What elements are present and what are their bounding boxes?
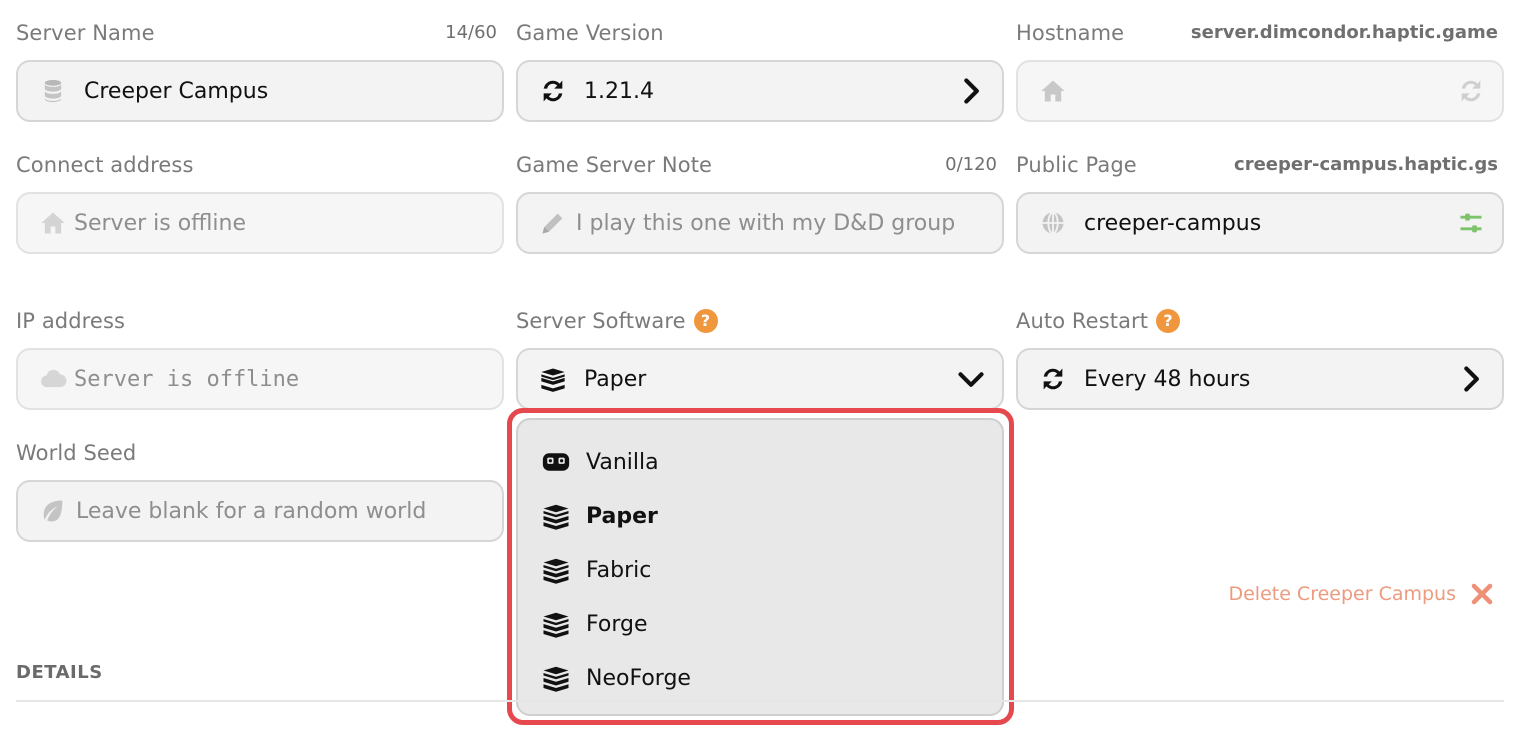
hostname-field[interactable] — [1016, 60, 1504, 122]
delete-server-button[interactable]: Delete Creeper Campus — [1228, 582, 1494, 606]
details-section-title: DETAILS — [16, 662, 103, 683]
pencil-icon — [538, 208, 568, 238]
public-page-field[interactable]: creeper-campus — [1016, 192, 1504, 254]
connect-address-field[interactable]: Server is offline — [16, 192, 504, 254]
home-icon — [38, 208, 68, 238]
database-icon — [38, 76, 68, 106]
game-server-note-placeholder: I play this one with my D&D group — [576, 210, 956, 236]
section-divider — [16, 700, 1504, 702]
server-name-value: Creeper Campus — [84, 78, 269, 104]
hostname-domain: server.dimcondor.haptic.game — [1190, 22, 1498, 43]
option-fabric[interactable]: Fabric — [540, 550, 651, 590]
public-page-value: creeper-campus — [1084, 210, 1262, 236]
connect-address-placeholder: Server is offline — [74, 210, 247, 236]
game-server-note-label: Game Server Note — [516, 153, 713, 177]
game-version-value: 1.21.4 — [584, 78, 654, 104]
leaf-icon — [38, 496, 68, 526]
help-icon[interactable]: ? — [1156, 309, 1181, 333]
world-seed-label: World Seed — [16, 441, 137, 465]
cloud-icon — [38, 364, 68, 394]
refresh-icon — [538, 76, 568, 106]
refresh-icon[interactable] — [1456, 76, 1486, 106]
auto-restart-field[interactable]: Every 48 hours — [1016, 348, 1504, 410]
public-page-label: Public Page — [1016, 153, 1137, 177]
chevron-down-icon — [956, 364, 986, 394]
stack-icon — [538, 364, 568, 394]
game-server-note-counter: 0/120 — [945, 154, 997, 175]
help-icon[interactable]: ? — [693, 309, 718, 333]
stack-icon — [540, 608, 572, 640]
game-server-note-field[interactable]: I play this one with my D&D group — [516, 192, 1004, 254]
server-name-label: Server Name — [16, 21, 155, 45]
refresh-icon — [1038, 364, 1068, 394]
public-page-domain: creeper-campus.haptic.gs — [1234, 154, 1498, 175]
server-software-value: Paper — [584, 366, 647, 392]
server-name-field[interactable]: Creeper Campus — [16, 60, 504, 122]
option-neoforge[interactable]: NeoForge — [540, 658, 691, 698]
game-version-label: Game Version — [516, 21, 664, 45]
option-paper[interactable]: Paper — [540, 496, 658, 536]
ip-address-label: IP address — [16, 309, 126, 333]
globe-icon — [1038, 208, 1068, 238]
chevron-right-icon — [956, 76, 986, 106]
server-software-menu: Vanilla Paper Fabric Forge NeoForge — [516, 418, 1004, 716]
auto-restart-value: Every 48 hours — [1084, 366, 1251, 392]
ip-address-field[interactable]: Server is offline — [16, 348, 504, 410]
option-label: Forge — [586, 611, 648, 637]
option-label: NeoForge — [586, 665, 691, 691]
option-label: Vanilla — [586, 449, 659, 475]
close-icon — [1471, 583, 1493, 605]
stack-icon — [540, 500, 572, 532]
server-software-label-text: Server Software — [516, 309, 686, 333]
ip-address-placeholder: Server is offline — [74, 366, 300, 392]
delete-server-label: Delete Creeper Campus — [1228, 583, 1456, 605]
game-version-field[interactable]: 1.21.4 — [516, 60, 1004, 122]
world-seed-field[interactable]: Leave blank for a random world — [16, 480, 504, 542]
server-name-counter: 14/60 — [445, 22, 497, 43]
auto-restart-label: Auto Restart? — [1016, 309, 1181, 333]
auto-restart-label-text: Auto Restart — [1016, 309, 1149, 333]
connect-address-label: Connect address — [16, 153, 194, 177]
server-software-label: Server Software? — [516, 309, 718, 333]
sliders-icon[interactable] — [1456, 208, 1486, 238]
gamepad-icon — [540, 446, 572, 478]
option-forge[interactable]: Forge — [540, 604, 648, 644]
chevron-right-icon — [1456, 364, 1486, 394]
stack-icon — [540, 554, 572, 586]
world-seed-placeholder: Leave blank for a random world — [76, 498, 427, 524]
option-label: Paper — [586, 503, 658, 529]
server-software-select[interactable]: Paper — [516, 348, 1004, 410]
stack-icon — [540, 662, 572, 694]
option-vanilla[interactable]: Vanilla — [540, 442, 659, 482]
option-label: Fabric — [586, 557, 652, 583]
home-icon — [1038, 76, 1068, 106]
hostname-label: Hostname — [1016, 21, 1125, 45]
